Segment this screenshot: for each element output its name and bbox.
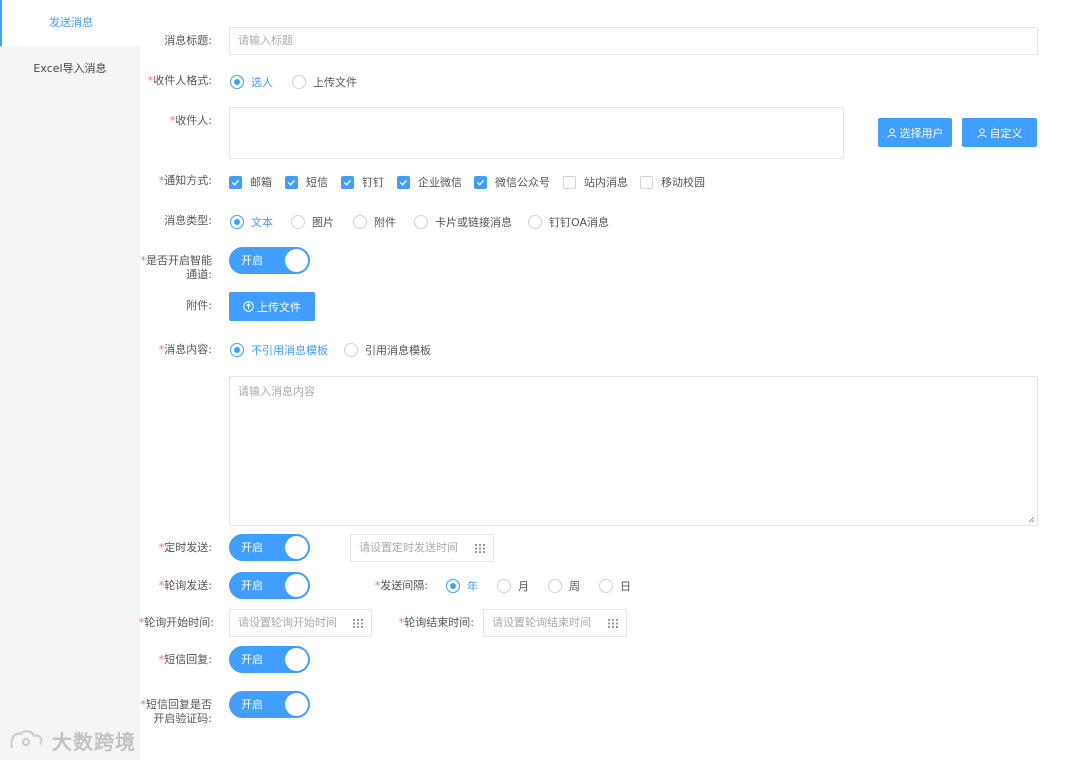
message-type-label: 消息类型: [164,214,212,227]
radio-interval-day[interactable]: 日 [599,578,631,594]
scheduled-send-toggle[interactable]: 开启 [229,534,310,561]
radio-interval-year[interactable]: 年 [446,578,478,594]
checkbox [474,175,487,189]
calendar-icon [608,619,618,628]
sms-verify-toggle[interactable]: 开启 [229,691,310,718]
radio-upload-file[interactable]: 上传文件 [292,74,357,90]
toggle-knob [285,249,308,272]
radio-dot [291,215,305,229]
sidebar-item-excel-import[interactable]: Excel导入消息 [0,46,140,92]
polling-start-label: *轮询开始时间: [138,616,214,629]
custom-button[interactable]: 自定义 [962,118,1037,147]
scheduled-time-input[interactable]: 请设置定时发送时间 [350,534,494,562]
sms-reply-label: *短信回复: [158,653,212,666]
checkbox [285,175,298,189]
content-label: *消息内容: [158,343,212,356]
check-wechat-official[interactable]: 微信公众号 [474,174,550,190]
title-label: 消息标题: [164,34,212,47]
calendar-icon [353,619,363,628]
checkbox [640,175,653,189]
recipient-format-label: *收件人格式: [147,74,212,87]
checkmark-icon [400,179,408,186]
radio-interval-month[interactable]: 月 [497,578,529,594]
upload-file-button[interactable]: 上传文件 [229,292,315,321]
send-interval-label: *发送间隔: [374,579,428,592]
checkbox [341,175,354,189]
radio-select-people[interactable]: 选人 [230,74,273,90]
user-icon [977,127,986,138]
checkbox [397,175,410,189]
sms-verify-label: *短信回复是否 开启验证码: [140,698,213,725]
radio-type-attachment[interactable]: 附件 [353,214,396,230]
title-input[interactable]: 请输入标题 [229,27,1038,55]
sms-reply-toggle[interactable]: 开启 [229,646,310,673]
radio-dot [497,579,511,593]
check-sms[interactable]: 短信 [285,174,328,190]
user-icon [887,127,896,138]
check-wecom[interactable]: 企业微信 [397,174,462,190]
radio-dot [230,75,244,89]
radio-type-card-link[interactable]: 卡片或链接消息 [414,214,512,230]
watermark-text: 大数跨境 [52,730,136,754]
recipients-label: *收件人: [169,114,212,127]
check-site-message[interactable]: 站内消息 [563,174,628,190]
select-user-button[interactable]: 选择用户 [878,118,952,147]
attachment-label: 附件: [186,299,212,312]
checkbox [229,175,242,189]
radio-type-dingtalk-oa[interactable]: 钉钉OA消息 [528,214,609,230]
radio-type-image[interactable]: 图片 [291,214,334,230]
notify-methods-label: *通知方式: [158,174,212,187]
check-email[interactable]: 邮箱 [229,174,272,190]
checkmark-icon [477,179,485,186]
radio-dot [599,579,613,593]
radio-no-template[interactable]: 不引用消息模板 [230,342,328,358]
smart-channel-label: *是否开启智能 通道: [140,254,213,281]
checkbox [563,175,576,189]
radio-dot [446,579,460,593]
radio-dot [414,215,428,229]
sidebar: 发送消息 Excel导入消息 [0,0,140,760]
radio-dot [548,579,562,593]
radio-type-text[interactable]: 文本 [230,214,273,230]
scheduled-send-label: *定时发送: [158,541,212,554]
watermark-logo-icon [10,729,43,748]
radio-dot [292,75,306,89]
content-textarea[interactable]: 请输入消息内容 [229,376,1038,526]
radio-dot [353,215,367,229]
polling-start-input[interactable]: 请设置轮询开始时间 [229,609,372,637]
checkmark-icon [344,179,352,186]
radio-use-template[interactable]: 引用消息模板 [344,342,431,358]
message-form: 消息标题: 请输入标题 *收件人格式: 选人 上传文件 *收件人: 选择用户 自… [139,0,1080,760]
toggle-knob [285,536,308,559]
radio-dot [230,343,244,357]
radio-interval-week[interactable]: 周 [548,578,580,594]
upload-icon [243,301,254,312]
radio-dot [528,215,542,229]
check-dingtalk[interactable]: 钉钉 [341,174,384,190]
check-mobile-campus[interactable]: 移动校园 [640,174,705,190]
radio-dot [344,343,358,357]
radio-dot [230,215,244,229]
toggle-knob [285,693,308,716]
polling-end-input[interactable]: 请设置轮询结束时间 [483,609,627,637]
polling-end-label: *轮询结束时间: [398,616,474,629]
checkmark-icon [288,179,296,186]
calendar-icon [475,544,485,553]
sidebar-item-send-message[interactable]: 发送消息 [0,0,140,46]
toggle-knob [285,648,308,671]
toggle-knob [285,574,308,597]
recipients-box[interactable] [229,107,844,159]
checkmark-icon [232,179,240,186]
polling-send-toggle[interactable]: 开启 [229,572,310,599]
resize-handle-icon[interactable] [1028,516,1035,523]
polling-send-label: *轮询发送: [158,579,212,592]
watermark: 大数跨境 [8,726,136,755]
smart-channel-toggle[interactable]: 开启 [229,247,310,274]
